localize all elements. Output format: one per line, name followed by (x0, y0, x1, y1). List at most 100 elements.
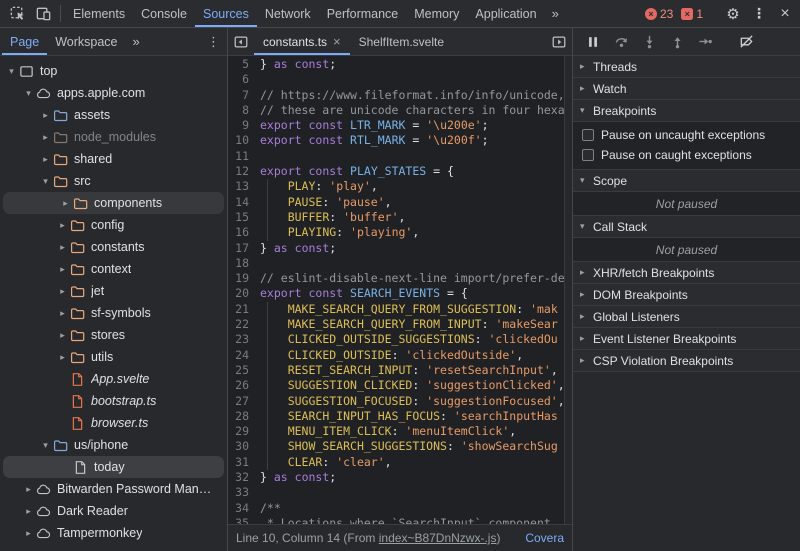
tree-item-components[interactable]: ▸ components (3, 192, 224, 214)
line-number[interactable]: 16 (228, 225, 258, 240)
code-line-15[interactable]: 15 BUFFER: 'buffer', (228, 209, 564, 226)
tab-performance[interactable]: Performance (319, 0, 407, 27)
code-line-27[interactable]: 27 SUGGESTION_FOCUSED: 'suggestionFocuse… (228, 393, 564, 409)
line-number[interactable]: 18 (228, 256, 258, 271)
line-number[interactable]: 35 (228, 516, 258, 524)
tree-item-config[interactable]: ▸ config (0, 214, 227, 236)
section-global-listeners[interactable]: ▸ Global Listeners (573, 306, 800, 328)
code-line-32[interactable]: 32} as const; (228, 470, 564, 485)
step-icon[interactable] (693, 31, 717, 53)
line-number[interactable]: 6 (228, 72, 258, 87)
code-line-17[interactable]: 17} as const; (228, 241, 564, 256)
code-line-33[interactable]: 33 (228, 485, 564, 500)
section-scope[interactable]: ▾ Scope (573, 170, 800, 192)
navigator-tab-workspace[interactable]: Workspace (47, 28, 125, 55)
line-number[interactable]: 8 (228, 103, 258, 118)
line-number[interactable]: 13 (228, 179, 258, 194)
deactivate-breakpoints-icon[interactable] (734, 31, 758, 53)
line-number[interactable]: 19 (228, 271, 258, 286)
line-number[interactable]: 20 (228, 286, 258, 301)
code-line-6[interactable]: 6 (228, 72, 564, 87)
tree-item-assets[interactable]: ▸ assets (0, 104, 227, 126)
section-event-listener-breakpoints[interactable]: ▸ Event Listener Breakpoints (573, 328, 800, 350)
line-number[interactable]: 26 (228, 378, 258, 393)
line-number[interactable]: 9 (228, 118, 258, 133)
code-editor[interactable]: 5} as const; 6 7// https://www.fileformat.… (228, 56, 572, 524)
tree-item-bitwarden-password-man[interactable]: ▸ Bitwarden Password Man… (0, 478, 227, 500)
line-number[interactable]: 23 (228, 332, 258, 347)
tab-elements[interactable]: Elements (65, 0, 133, 27)
code-line-12[interactable]: 12 export const PLAY_STATES = { (228, 164, 564, 179)
tree-item-app-svelte[interactable]: App.svelte (0, 368, 227, 390)
tree-item-bootstrap-ts[interactable]: bootstrap.ts (0, 390, 227, 412)
line-number[interactable]: 28 (228, 409, 258, 424)
line-number[interactable]: 31 (228, 455, 258, 470)
code-line-26[interactable]: 26 SUGGESTION_CLICKED: 'suggestionClicke… (228, 378, 564, 394)
line-number[interactable]: 17 (228, 241, 258, 256)
error-badge[interactable]: × 23 (644, 7, 673, 21)
code-line-24[interactable]: 24 CLICKED_OUTSIDE: 'clickedOutside', (228, 347, 564, 363)
tree-item-tampermonkey[interactable]: ▸ Tampermonkey (0, 522, 227, 544)
step-out-icon[interactable] (665, 31, 689, 53)
tree-item-node-modules[interactable]: ▸ node_modules (0, 126, 227, 148)
code-line-28[interactable]: 28 SEARCH_INPUT_HAS_FOCUS: 'searchInputH… (228, 408, 564, 425)
section-threads[interactable]: ▸ Threads (573, 56, 800, 78)
code-line-21[interactable]: 21 MAKE_SEARCH_QUERY_FROM_SUGGESTION: 'm… (228, 301, 564, 318)
code-line-9[interactable]: 9 export const LTR_MARK = '\u200e'; (228, 118, 564, 133)
file-tab-constants-ts[interactable]: constants.ts × (254, 28, 350, 55)
code-line-30[interactable]: 30 SHOW_SEARCH_SUGGESTIONS: 'showSearchS… (228, 439, 564, 455)
code-line-10[interactable]: 10 export const RTL_MARK = '\u200f'; (228, 133, 564, 148)
line-number[interactable]: 7 (228, 88, 258, 103)
code-line-16[interactable]: 16 PLAYING: 'playing', (228, 225, 564, 241)
code-line-35[interactable]: 35 * Locations where `SearchInput` compo… (228, 516, 564, 524)
code-line-14[interactable]: 14 PAUSE: 'pause', (228, 194, 564, 210)
tree-item-utils[interactable]: ▸ utils (0, 346, 227, 368)
code-line-5[interactable]: 5} as const; (228, 57, 564, 72)
code-line-34[interactable]: 34/** (228, 501, 564, 516)
code-line-18[interactable]: 18 (228, 256, 564, 271)
line-number[interactable]: 21 (228, 302, 258, 317)
checkbox-icon[interactable] (582, 129, 594, 141)
section-xhr-fetch-breakpoints[interactable]: ▸ XHR/fetch Breakpoints (573, 262, 800, 284)
tree-item-us-iphone[interactable]: ▾ us/iphone (0, 434, 227, 456)
section-call-stack[interactable]: ▾ Call Stack (573, 216, 800, 238)
tab-sources[interactable]: Sources (195, 0, 257, 27)
tab-application[interactable]: Application (467, 0, 544, 27)
issues-badge[interactable]: × 1 (681, 7, 703, 21)
tree-item-stores[interactable]: ▸ stores (0, 324, 227, 346)
tree-item-shared[interactable]: ▸ shared (0, 148, 227, 170)
tree-item-top[interactable]: ▾ top (0, 60, 227, 82)
line-number[interactable]: 24 (228, 348, 258, 363)
device-toolbar-icon[interactable] (30, 0, 56, 27)
navigator-menu-icon[interactable]: ⋮ (200, 28, 227, 55)
settings-gear-icon[interactable]: ⚙ (720, 5, 746, 23)
coverage-link[interactable]: Covera (515, 531, 564, 545)
code-line-29[interactable]: 29 MENU_ITEM_CLICK: 'menuItemClick', (228, 424, 564, 440)
line-number[interactable]: 11 (228, 149, 258, 164)
customize-menu-icon[interactable]: ⋮ (746, 5, 772, 22)
tree-item-apps-apple-com[interactable]: ▾ apps.apple.com (0, 82, 227, 104)
line-number[interactable]: 10 (228, 133, 258, 148)
inspect-element-icon[interactable] (4, 0, 30, 27)
show-sidebar-icon[interactable] (546, 28, 572, 55)
code-line-20[interactable]: 20 export const SEARCH_EVENTS = { (228, 286, 564, 301)
code-line-8[interactable]: 8// these are unicode characters in four… (228, 103, 564, 118)
tree-item-constants[interactable]: ▸ constants (0, 236, 227, 258)
section-breakpoints[interactable]: ▾ Breakpoints (573, 100, 800, 122)
checkbox-pause-on-caught-exceptions[interactable]: Pause on caught exceptions (573, 145, 800, 165)
source-map-link[interactable]: index~B87DnNzwx-.js (379, 531, 497, 545)
tree-item-today[interactable]: today (3, 456, 224, 478)
line-number[interactable]: 34 (228, 501, 258, 516)
line-number[interactable]: 5 (228, 57, 258, 72)
step-into-icon[interactable] (637, 31, 661, 53)
tree-item-sf-symbols[interactable]: ▸ sf-symbols (0, 302, 227, 324)
code-line-11[interactable]: 11 (228, 149, 564, 164)
more-panels-button[interactable]: » (545, 0, 566, 27)
checkbox-icon[interactable] (582, 149, 594, 161)
code-line-22[interactable]: 22 MAKE_SEARCH_QUERY_FROM_INPUT: 'makeSe… (228, 317, 564, 333)
line-number[interactable]: 22 (228, 317, 258, 332)
tree-item-context[interactable]: ▸ context (0, 258, 227, 280)
line-number[interactable]: 25 (228, 363, 258, 378)
section-dom-breakpoints[interactable]: ▸ DOM Breakpoints (573, 284, 800, 306)
line-number[interactable]: 14 (228, 195, 258, 210)
